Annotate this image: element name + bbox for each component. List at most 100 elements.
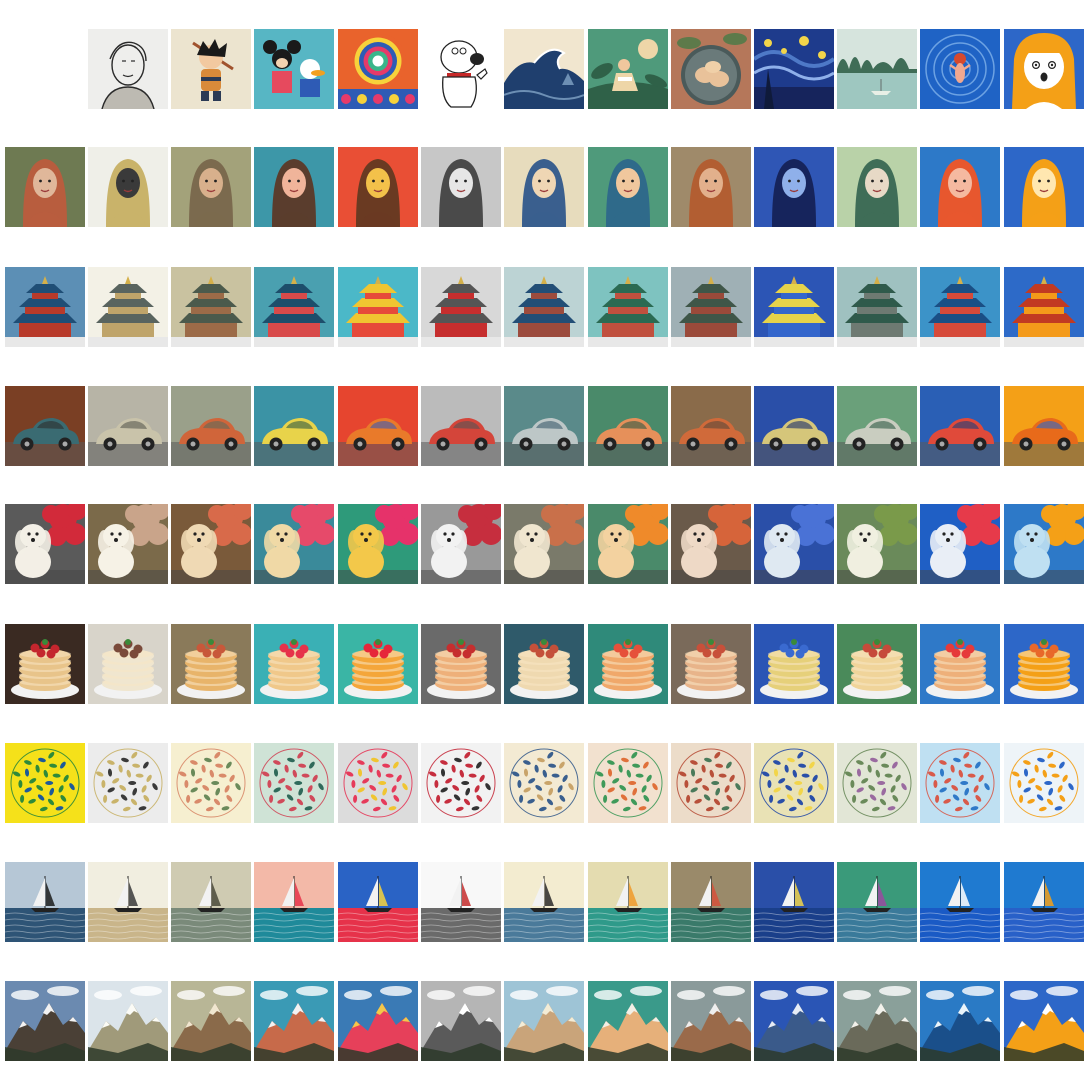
stylized-spaniel-with-flowers-swimmer-blue-water <box>920 504 1000 584</box>
stylized-strawberry-pancakes-cartoon-monkey-boy <box>171 624 251 704</box>
content-image-temple-of-heaven <box>5 267 85 347</box>
content-image-portrait-woman <box>5 147 85 227</box>
stylized-floral-circle-pattern-swimmer-blue-water <box>920 743 1000 823</box>
stylized-floral-circle-pattern-flat-illustration-reader <box>588 743 668 823</box>
stylized-spaniel-with-flowers-lake-watercolor <box>837 504 917 584</box>
stylized-spaniel-with-flowers-dumplings-painting <box>671 504 751 584</box>
stylized-strawberry-pancakes-flat-illustration-reader <box>588 624 668 704</box>
stylized-temple-of-heaven-flat-illustration-reader <box>588 267 668 347</box>
stylized-strawberry-pancakes-lake-watercolor <box>837 624 917 704</box>
stylized-sailboat-sea-mickey-and-donald-cartoon <box>254 862 334 942</box>
stylized-spaniel-with-flowers-flat-illustration-reader <box>588 504 668 584</box>
stylized-sailboat-sea-starry-night-painting <box>754 862 834 942</box>
content-image-spaniel-with-flowers <box>5 504 85 584</box>
stylized-temple-of-heaven-great-wave-woodblock <box>504 267 584 347</box>
style-reference-mickey-and-donald-cartoon <box>254 29 334 109</box>
stylized-strawberry-pancakes-psychedelic-folk-art <box>338 624 418 704</box>
style-reference-flat-illustration-reader <box>588 29 668 109</box>
stylized-portrait-woman-mickey-and-donald-cartoon <box>254 147 334 227</box>
stylized-vintage-car-great-wave-woodblock <box>504 386 584 466</box>
stylized-spaniel-with-flowers-cartoon-dog-thumbs-up <box>421 504 501 584</box>
stylized-vintage-car-flat-illustration-reader <box>588 386 668 466</box>
stylized-snowy-mountains-cartoon-dog-thumbs-up <box>421 981 501 1061</box>
stylized-snowy-mountains-great-wave-woodblock <box>504 981 584 1061</box>
stylized-vintage-car-cartoon-monkey-boy <box>171 386 251 466</box>
stylized-portrait-woman-psychedelic-folk-art <box>338 147 418 227</box>
stylized-vintage-car-mickey-and-donald-cartoon <box>254 386 334 466</box>
stylized-floral-circle-pattern-dumplings-painting <box>671 743 751 823</box>
stylized-strawberry-pancakes-pencil-portrait-sketch <box>88 624 168 704</box>
style-reference-lake-watercolor <box>837 29 917 109</box>
stylized-portrait-woman-starry-night-painting <box>754 147 834 227</box>
stylized-floral-circle-pattern-cartoon-monkey-boy <box>171 743 251 823</box>
stylized-sailboat-sea-lake-watercolor <box>837 862 917 942</box>
stylized-temple-of-heaven-lake-watercolor <box>837 267 917 347</box>
stylized-portrait-woman-swimmer-blue-water <box>920 147 1000 227</box>
stylized-portrait-woman-dumplings-painting <box>671 147 751 227</box>
stylized-strawberry-pancakes-cartoon-dog-thumbs-up <box>421 624 501 704</box>
stylized-temple-of-heaven-swimmer-blue-water <box>920 267 1000 347</box>
stylized-strawberry-pancakes-dumplings-painting <box>671 624 751 704</box>
content-image-sailboat-sea <box>5 862 85 942</box>
stylized-vintage-car-dumplings-painting <box>671 386 751 466</box>
style-reference-psychedelic-folk-art <box>338 29 418 109</box>
stylized-sailboat-sea-swimmer-blue-water <box>920 862 1000 942</box>
stylized-snowy-mountains-cartoon-monkey-boy <box>171 981 251 1061</box>
stylized-temple-of-heaven-cartoon-dog-thumbs-up <box>421 267 501 347</box>
stylized-spaniel-with-flowers-psychedelic-folk-art <box>338 504 418 584</box>
stylized-sailboat-sea-orange-hair-cartoon-girl <box>1004 862 1084 942</box>
stylized-sailboat-sea-flat-illustration-reader <box>588 862 668 942</box>
stylized-strawberry-pancakes-orange-hair-cartoon-girl <box>1004 624 1084 704</box>
stylized-vintage-car-psychedelic-folk-art <box>338 386 418 466</box>
stylized-snowy-mountains-lake-watercolor <box>837 981 917 1061</box>
style-reference-starry-night-painting <box>754 29 834 109</box>
stylized-floral-circle-pattern-pencil-portrait-sketch <box>88 743 168 823</box>
style-reference-great-wave-woodblock <box>504 29 584 109</box>
stylized-portrait-woman-lake-watercolor <box>837 147 917 227</box>
style-reference-swimmer-blue-water <box>920 29 1000 109</box>
stylized-vintage-car-cartoon-dog-thumbs-up <box>421 386 501 466</box>
stylized-portrait-woman-cartoon-monkey-boy <box>171 147 251 227</box>
stylized-vintage-car-orange-hair-cartoon-girl <box>1004 386 1084 466</box>
stylized-vintage-car-lake-watercolor <box>837 386 917 466</box>
stylized-floral-circle-pattern-great-wave-woodblock <box>504 743 584 823</box>
stylized-sailboat-sea-dumplings-painting <box>671 862 751 942</box>
stylized-sailboat-sea-cartoon-monkey-boy <box>171 862 251 942</box>
stylized-floral-circle-pattern-mickey-and-donald-cartoon <box>254 743 334 823</box>
style-reference-pencil-portrait-sketch <box>88 29 168 109</box>
stylized-temple-of-heaven-pencil-portrait-sketch <box>88 267 168 347</box>
stylized-spaniel-with-flowers-starry-night-painting <box>754 504 834 584</box>
stylized-portrait-woman-orange-hair-cartoon-girl <box>1004 147 1084 227</box>
stylized-snowy-mountains-swimmer-blue-water <box>920 981 1000 1061</box>
stylized-floral-circle-pattern-cartoon-dog-thumbs-up <box>421 743 501 823</box>
stylized-portrait-woman-flat-illustration-reader <box>588 147 668 227</box>
stylized-strawberry-pancakes-swimmer-blue-water <box>920 624 1000 704</box>
stylized-sailboat-sea-cartoon-dog-thumbs-up <box>421 862 501 942</box>
stylized-spaniel-with-flowers-great-wave-woodblock <box>504 504 584 584</box>
stylized-portrait-woman-great-wave-woodblock <box>504 147 584 227</box>
stylized-snowy-mountains-flat-illustration-reader <box>588 981 668 1061</box>
stylized-strawberry-pancakes-great-wave-woodblock <box>504 624 584 704</box>
content-image-strawberry-pancakes <box>5 624 85 704</box>
content-image-vintage-car <box>5 386 85 466</box>
stylized-temple-of-heaven-mickey-and-donald-cartoon <box>254 267 334 347</box>
stylized-temple-of-heaven-psychedelic-folk-art <box>338 267 418 347</box>
stylized-strawberry-pancakes-mickey-and-donald-cartoon <box>254 624 334 704</box>
stylized-temple-of-heaven-dumplings-painting <box>671 267 751 347</box>
content-image-floral-circle-pattern <box>5 743 85 823</box>
stylized-vintage-car-starry-night-painting <box>754 386 834 466</box>
stylized-snowy-mountains-orange-hair-cartoon-girl <box>1004 981 1084 1061</box>
stylized-floral-circle-pattern-orange-hair-cartoon-girl <box>1004 743 1084 823</box>
stylized-vintage-car-swimmer-blue-water <box>920 386 1000 466</box>
content-image-snowy-mountains <box>5 981 85 1061</box>
style-reference-dumplings-painting <box>671 29 751 109</box>
stylized-sailboat-sea-great-wave-woodblock <box>504 862 584 942</box>
stylized-floral-circle-pattern-starry-night-painting <box>754 743 834 823</box>
stylized-temple-of-heaven-orange-hair-cartoon-girl <box>1004 267 1084 347</box>
stylized-spaniel-with-flowers-pencil-portrait-sketch <box>88 504 168 584</box>
stylized-sailboat-sea-pencil-portrait-sketch <box>88 862 168 942</box>
stylized-floral-circle-pattern-lake-watercolor <box>837 743 917 823</box>
stylized-spaniel-with-flowers-mickey-and-donald-cartoon <box>254 504 334 584</box>
stylized-floral-circle-pattern-psychedelic-folk-art <box>338 743 418 823</box>
stylized-vintage-car-pencil-portrait-sketch <box>88 386 168 466</box>
